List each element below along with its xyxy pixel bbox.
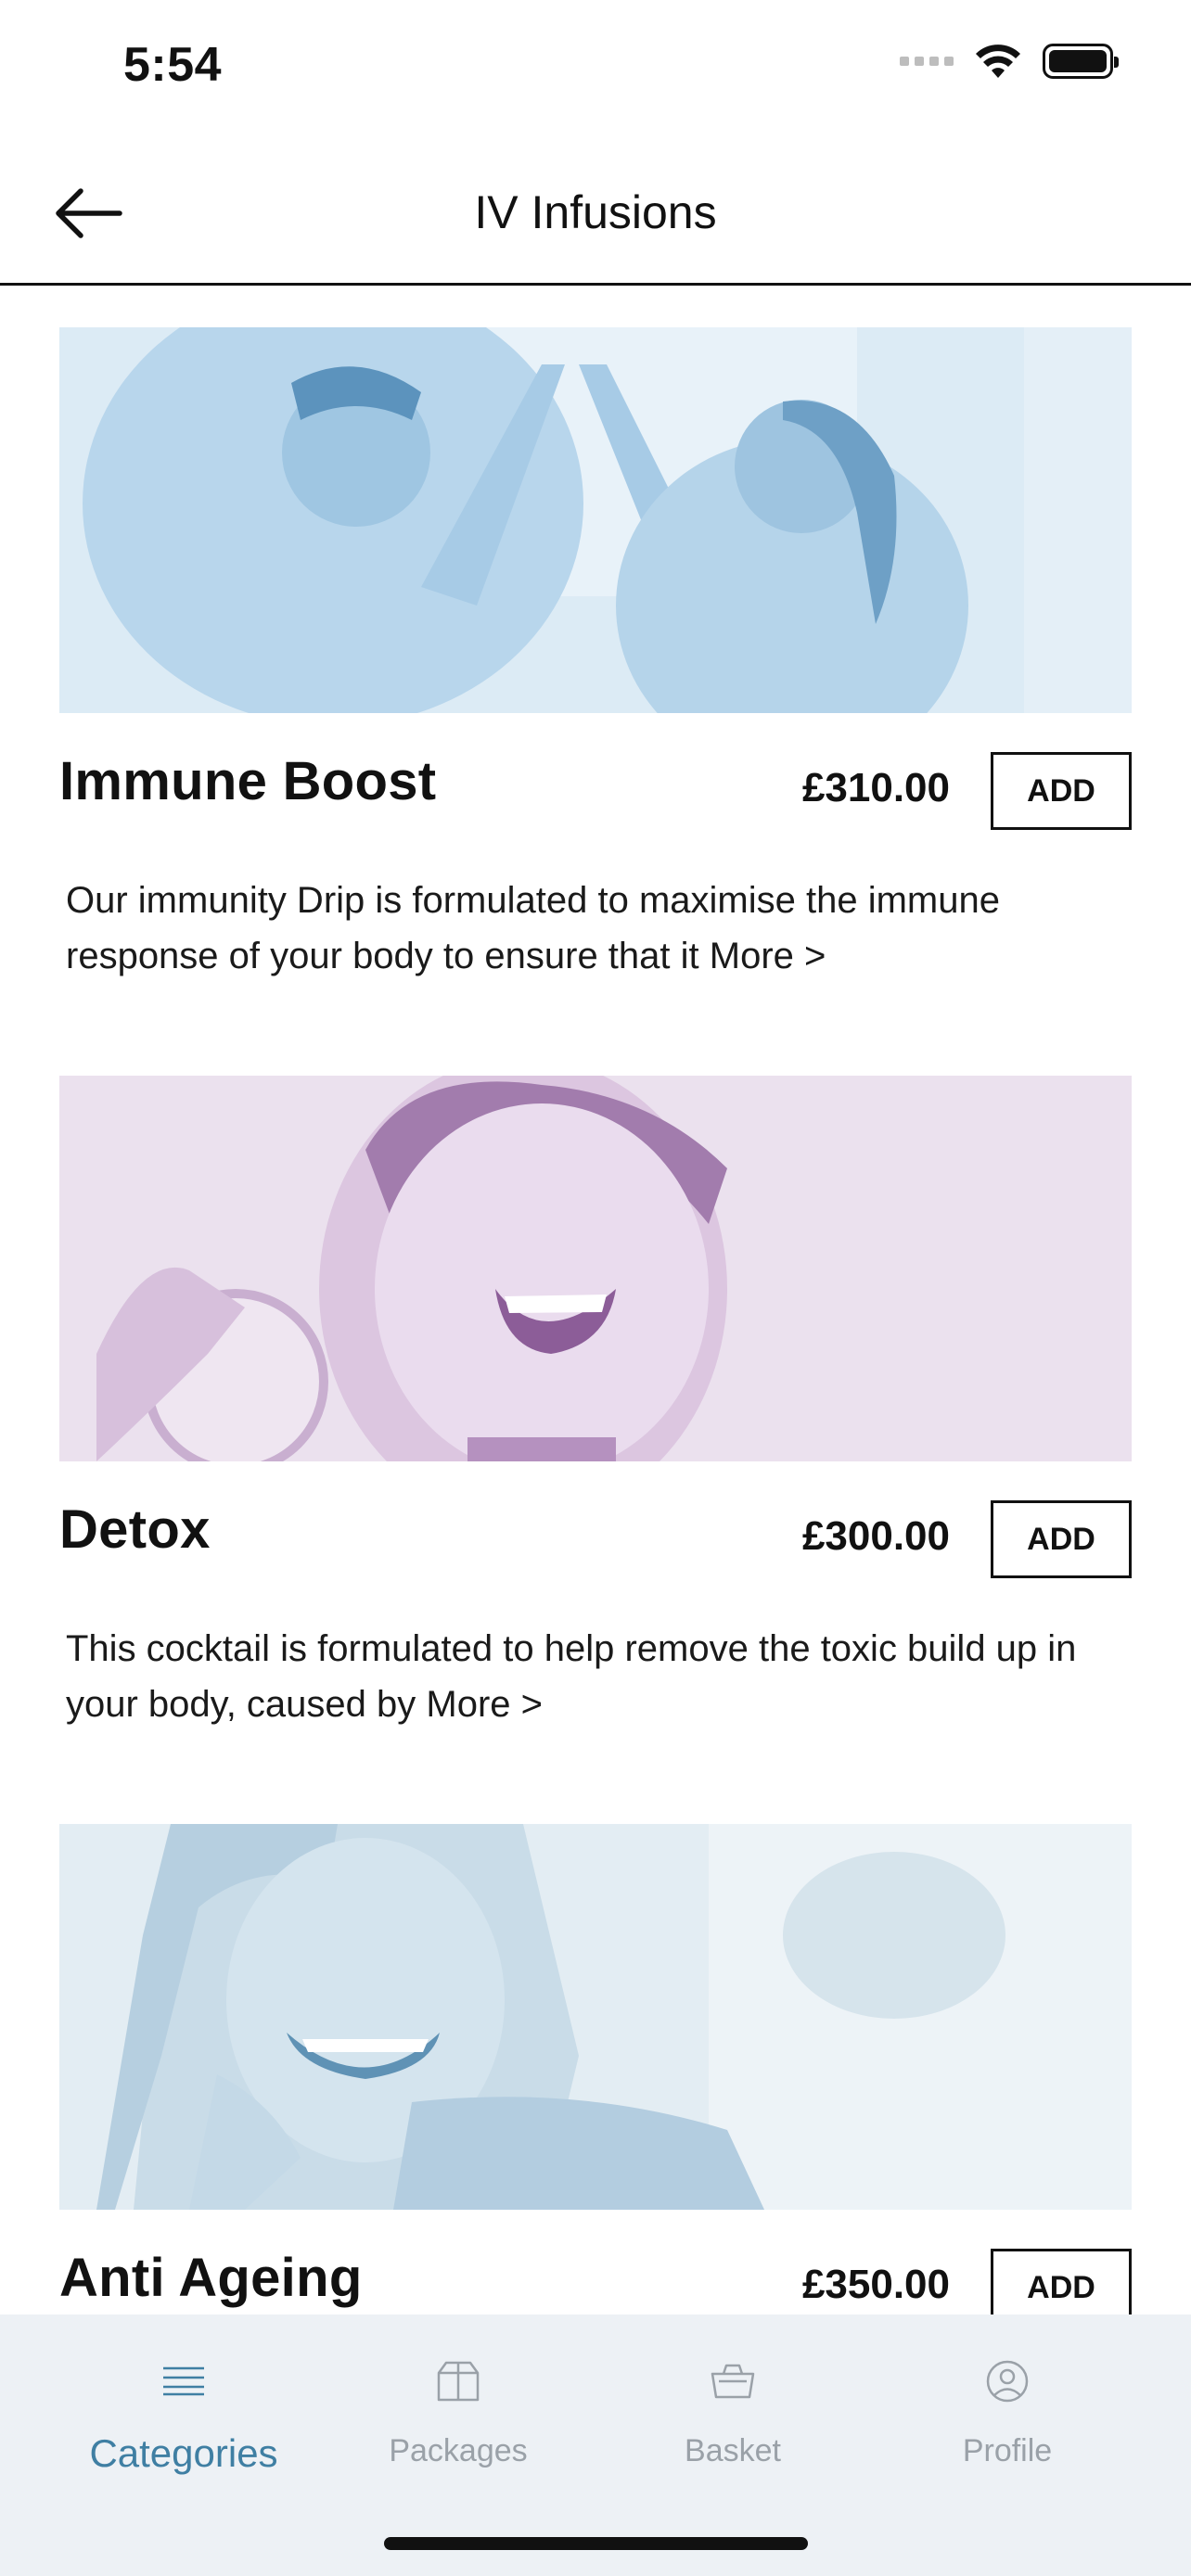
product-description: Our immunity Drip is formulated to maxim…	[59, 873, 1132, 984]
product-header-row: Detox £300.00 ADD	[59, 1461, 1132, 1582]
product-image[interactable]	[59, 1824, 1132, 2210]
product-description-text: Our immunity Drip is formulated to maxim…	[66, 880, 1000, 976]
tab-label: Basket	[685, 2433, 781, 2468]
page-title: IV Infusions	[474, 186, 717, 238]
product-price: £350.00	[801, 2262, 950, 2307]
product-price: £300.00	[801, 1513, 950, 1559]
more-link[interactable]: More >	[710, 936, 826, 976]
product-name: Anti Ageing	[59, 2248, 363, 2308]
tab-profile[interactable]: Profile	[870, 2335, 1145, 2502]
tab-categories[interactable]: Categories	[46, 2335, 321, 2502]
product-name: Immune Boost	[59, 751, 437, 811]
product-image[interactable]	[59, 327, 1132, 713]
profile-icon	[980, 2353, 1035, 2409]
add-to-basket-button[interactable]: ADD	[991, 2249, 1132, 2315]
status-icons	[900, 43, 1119, 80]
list-icon	[156, 2353, 211, 2409]
status-bar: 5:54	[0, 0, 1191, 130]
product-image[interactable]	[59, 1076, 1132, 1461]
package-icon	[430, 2353, 486, 2409]
product-description: This cocktail is formulated to help remo…	[59, 1621, 1132, 1732]
wifi-icon	[976, 45, 1020, 78]
cellular-signal-icon	[900, 57, 954, 66]
product-name: Detox	[59, 1499, 211, 1560]
status-time: 5:54	[123, 38, 223, 92]
tab-label: Profile	[962, 2433, 1053, 2468]
add-to-basket-button[interactable]: ADD	[991, 752, 1132, 830]
tab-label: Categories	[89, 2431, 278, 2475]
home-indicator[interactable]	[384, 2537, 808, 2550]
product-description-text: This cocktail is formulated to help remo…	[66, 1628, 1077, 1725]
product-price: £310.00	[801, 765, 950, 810]
tab-basket[interactable]: Basket	[596, 2335, 870, 2502]
product-card: Anti Ageing £350.00 ADD	[59, 1824, 1132, 2315]
more-link[interactable]: More >	[426, 1684, 543, 1725]
product-card: Detox £300.00 ADD This cocktail is formu…	[59, 1076, 1132, 1732]
navigation-header: IV Infusions	[0, 139, 1191, 286]
tab-packages[interactable]: Packages	[321, 2335, 596, 2502]
add-to-basket-button[interactable]: ADD	[991, 1500, 1132, 1578]
basket-icon	[705, 2353, 761, 2409]
battery-icon	[1043, 44, 1119, 79]
tab-label: Packages	[389, 2433, 528, 2468]
product-list[interactable]: Immune Boost £310.00 ADD Our immunity Dr…	[0, 288, 1191, 2315]
product-header-row: Immune Boost £310.00 ADD	[59, 713, 1132, 834]
product-header-row: Anti Ageing £350.00 ADD	[59, 2210, 1132, 2315]
product-card: Immune Boost £310.00 ADD Our immunity Dr…	[59, 327, 1132, 984]
